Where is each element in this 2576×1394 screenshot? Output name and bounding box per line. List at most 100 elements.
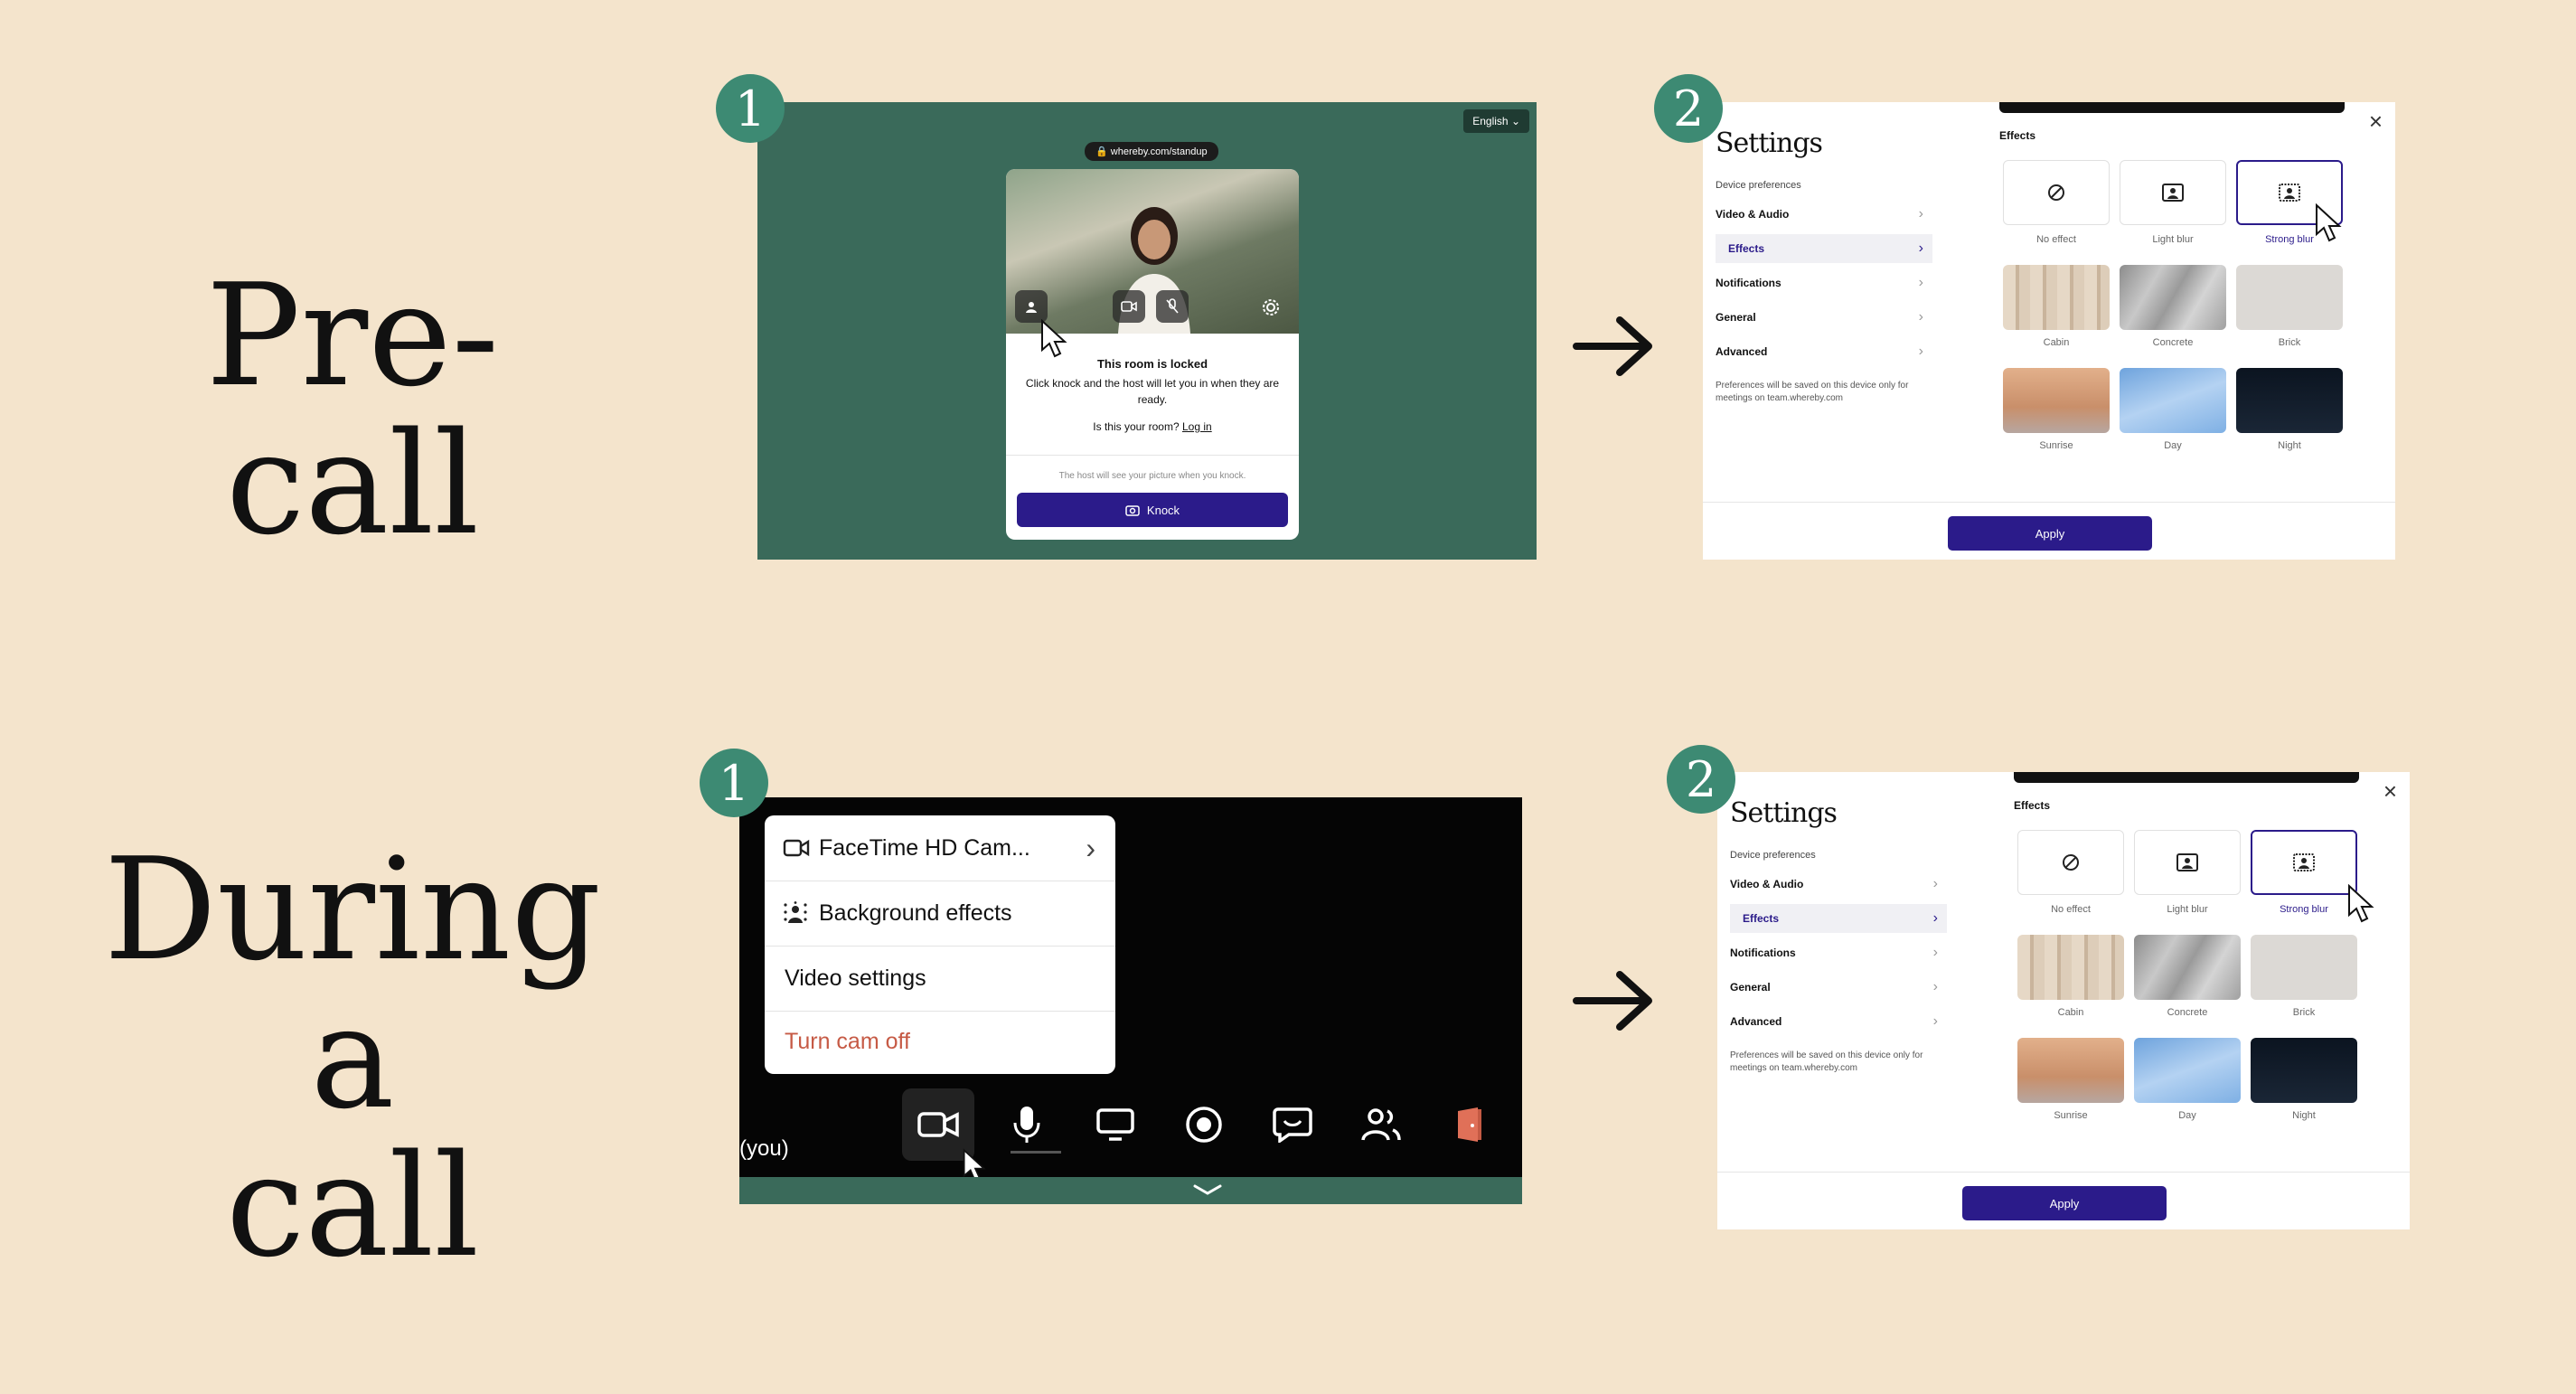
nav-effects[interactable]: Effects › (1730, 904, 1947, 933)
chevron-down-icon[interactable] (1191, 1182, 1224, 1197)
step-badge-1-precall: 1 (716, 74, 785, 143)
nav-general[interactable]: General › (1730, 973, 1947, 1002)
effect-day[interactable] (2120, 368, 2226, 433)
effect-label: Brick (2292, 1007, 2316, 1018)
effect-label: Cabin (2057, 1007, 2084, 1018)
apply-button[interactable]: Apply (1962, 1186, 2167, 1220)
close-icon[interactable]: × (2369, 108, 2383, 136)
strong-blur-icon (2279, 184, 2300, 202)
people-icon (1361, 1108, 1401, 1141)
room-locked-text: Click knock and the host will let you in… (1025, 377, 1280, 406)
audio-level-indicator (1011, 1151, 1061, 1154)
room-url-pill: 🔒 whereby.com/standup (1085, 142, 1218, 161)
knock-button[interactable]: Knock (1017, 493, 1288, 527)
camera-icon (917, 1112, 959, 1137)
effect-brick[interactable] (2236, 265, 2343, 330)
effect-night[interactable] (2236, 368, 2343, 433)
effect-label: Night (2292, 1110, 2316, 1121)
effect-light-blur[interactable] (2120, 160, 2226, 225)
login-link[interactable]: Log in (1182, 420, 1212, 433)
camera-icon (1125, 504, 1140, 516)
effect-label: No effect (2036, 234, 2076, 245)
host-note: The host will see your picture when you … (1058, 471, 1246, 481)
nav-notifications[interactable]: Notifications › (1730, 938, 1947, 967)
effect-label: Sunrise (2054, 1110, 2088, 1121)
effect-day[interactable] (2134, 1038, 2241, 1103)
effect-light-blur[interactable] (2134, 830, 2241, 895)
effect-label: Concrete (2152, 337, 2194, 348)
menu-item-video-settings[interactable]: Video settings (765, 946, 1115, 1011)
effect-sunrise[interactable] (2003, 368, 2110, 433)
nav-notifications[interactable]: Notifications › (1716, 268, 1932, 297)
chevron-right-icon: › (1932, 979, 1938, 994)
effect-label: Sunrise (2039, 440, 2073, 451)
nav-advanced[interactable]: Advanced › (1730, 1007, 1947, 1036)
light-blur-icon (2176, 853, 2198, 871)
effect-brick[interactable] (2251, 935, 2357, 1000)
chevron-right-icon: › (1918, 344, 1923, 359)
effect-label: Light blur (2152, 234, 2194, 245)
microphone-toggle-button[interactable] (1156, 290, 1189, 323)
top-bar (2014, 772, 2359, 783)
effect-label: Concrete (2167, 1007, 2208, 1018)
in-call-window: FaceTime HD Cam... › Background effects … (739, 797, 1522, 1204)
leave-button[interactable] (1434, 1088, 1506, 1161)
effect-cabin[interactable] (2017, 935, 2124, 1000)
settings-gear-button[interactable] (1257, 294, 1284, 321)
effect-label: Cabin (2043, 337, 2070, 348)
camera-toggle-button[interactable] (1113, 290, 1145, 323)
apply-button[interactable]: Apply (1948, 516, 2152, 551)
menu-item-background-effects[interactable]: Background effects (765, 881, 1115, 946)
leave-icon (1458, 1107, 1481, 1142)
close-icon[interactable]: × (2383, 777, 2397, 805)
divider (1703, 502, 2395, 503)
effect-sunrise[interactable] (2017, 1038, 2124, 1103)
chat-button[interactable] (1256, 1088, 1329, 1161)
effects-button[interactable] (1015, 290, 1048, 323)
participant-name-label: (you) (739, 1136, 789, 1161)
nav-effects[interactable]: Effects › (1716, 234, 1932, 263)
effect-night[interactable] (2251, 1038, 2357, 1103)
people-button[interactable] (1345, 1088, 1417, 1161)
camera-menu: FaceTime HD Cam... › Background effects … (765, 815, 1115, 1074)
effect-no-effect[interactable] (2017, 830, 2124, 895)
light-blur-icon (2162, 184, 2184, 202)
effect-label: Night (2278, 440, 2301, 451)
chevron-right-icon: › (1918, 275, 1923, 290)
camera-preview (1006, 169, 1299, 334)
microphone-icon (1013, 1107, 1040, 1143)
microphone-button[interactable] (991, 1088, 1063, 1161)
language-selector[interactable]: English ⌄ (1463, 109, 1529, 133)
nav-video-audio[interactable]: Video & Audio › (1716, 200, 1932, 229)
camera-icon (783, 839, 810, 857)
chevron-right-icon: › (1918, 206, 1923, 221)
effect-label: Brick (2278, 337, 2301, 348)
chevron-right-icon: › (1932, 945, 1938, 960)
effect-strong-blur[interactable] (2251, 830, 2357, 895)
effects-heading: Effects (1999, 129, 2036, 142)
strong-blur-icon (2293, 853, 2315, 871)
device-preferences-label: Device preferences (1716, 180, 1801, 191)
during-call-heading: During a call (103, 827, 602, 1288)
record-button[interactable] (1168, 1088, 1240, 1161)
effect-no-effect[interactable] (2003, 160, 2110, 225)
device-preferences-label: Device preferences (1730, 850, 1816, 861)
no-effect-icon (2048, 184, 2064, 201)
background-effects-icon (784, 901, 807, 923)
menu-item-turn-cam-off[interactable]: Turn cam off (765, 1009, 1115, 1074)
nav-video-audio[interactable]: Video & Audio › (1730, 870, 1947, 899)
mouse-cursor-icon (1041, 319, 1067, 358)
effect-label: Day (2164, 440, 2182, 451)
nav-general[interactable]: General › (1716, 303, 1932, 332)
effect-label: No effect (2051, 904, 2091, 915)
menu-item-camera-device[interactable]: FaceTime HD Cam... › (765, 815, 1115, 881)
settings-dialog-call: Settings × Device preferences Video & Au… (1717, 772, 2410, 1229)
arrow-right-icon (1573, 969, 1654, 1032)
effect-concrete[interactable] (2134, 935, 2241, 1000)
mouse-cursor-icon (2348, 884, 2374, 923)
effect-concrete[interactable] (2120, 265, 2226, 330)
screen-share-button[interactable] (1079, 1088, 1152, 1161)
room-locked-title: This room is locked (1096, 357, 1208, 371)
effect-cabin[interactable] (2003, 265, 2110, 330)
nav-advanced[interactable]: Advanced › (1716, 337, 1932, 366)
